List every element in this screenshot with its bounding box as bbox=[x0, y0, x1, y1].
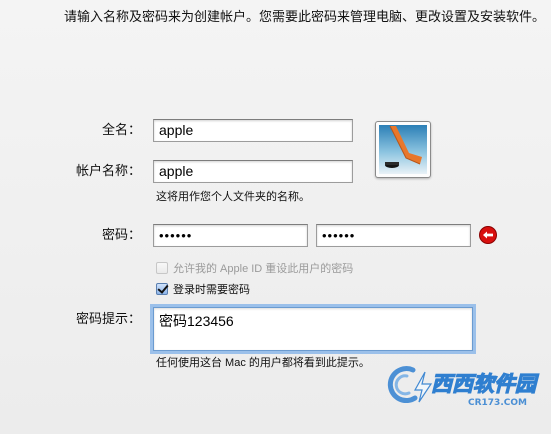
password-mismatch-icon bbox=[479, 226, 497, 244]
apple-id-reset-label: 允许我的 Apple ID 重设此用户的密码 bbox=[173, 263, 354, 275]
account-name-note: 这将用作您个人文件夹的名称。 bbox=[156, 191, 310, 203]
apple-id-reset-option: 允许我的 Apple ID 重设此用户的密码 bbox=[156, 260, 353, 276]
intro-text: 请输入名称及密码来为创建帐户。您需要此密码来管理电脑、更改设置及安装软件。 bbox=[64, 9, 546, 24]
hockey-stick-picture-icon bbox=[379, 125, 427, 174]
password-hint-note: 任何使用这台 Mac 的用户都将看到此提示。 bbox=[156, 357, 370, 369]
require-password-label: 登录时需要密码 bbox=[173, 284, 250, 296]
user-picture-button[interactable] bbox=[375, 121, 431, 178]
account-name-field[interactable]: apple bbox=[153, 160, 353, 183]
full-name-field[interactable]: apple bbox=[153, 119, 353, 142]
site-logo-watermark-icon: 西西软件园 CR173.COM bbox=[387, 366, 540, 408]
full-name-label: 全名： bbox=[101, 122, 141, 137]
account-name-label: 帐户名称： bbox=[75, 163, 141, 178]
password-label: 密码： bbox=[101, 227, 141, 242]
require-password-option[interactable]: 登录时需要密码 bbox=[156, 281, 250, 297]
require-password-checkbox[interactable] bbox=[156, 283, 168, 295]
apple-id-reset-checkbox bbox=[156, 262, 168, 274]
verify-password-field[interactable]: •••••• bbox=[316, 224, 471, 247]
password-field[interactable]: •••••• bbox=[153, 224, 308, 247]
watermark-brand-text: 西西软件园 bbox=[431, 372, 539, 396]
password-hint-label: 密码提示： bbox=[75, 311, 141, 326]
password-hint-field[interactable]: 密码123456 bbox=[153, 307, 473, 351]
watermark-url-text: CR173.COM bbox=[468, 398, 527, 408]
